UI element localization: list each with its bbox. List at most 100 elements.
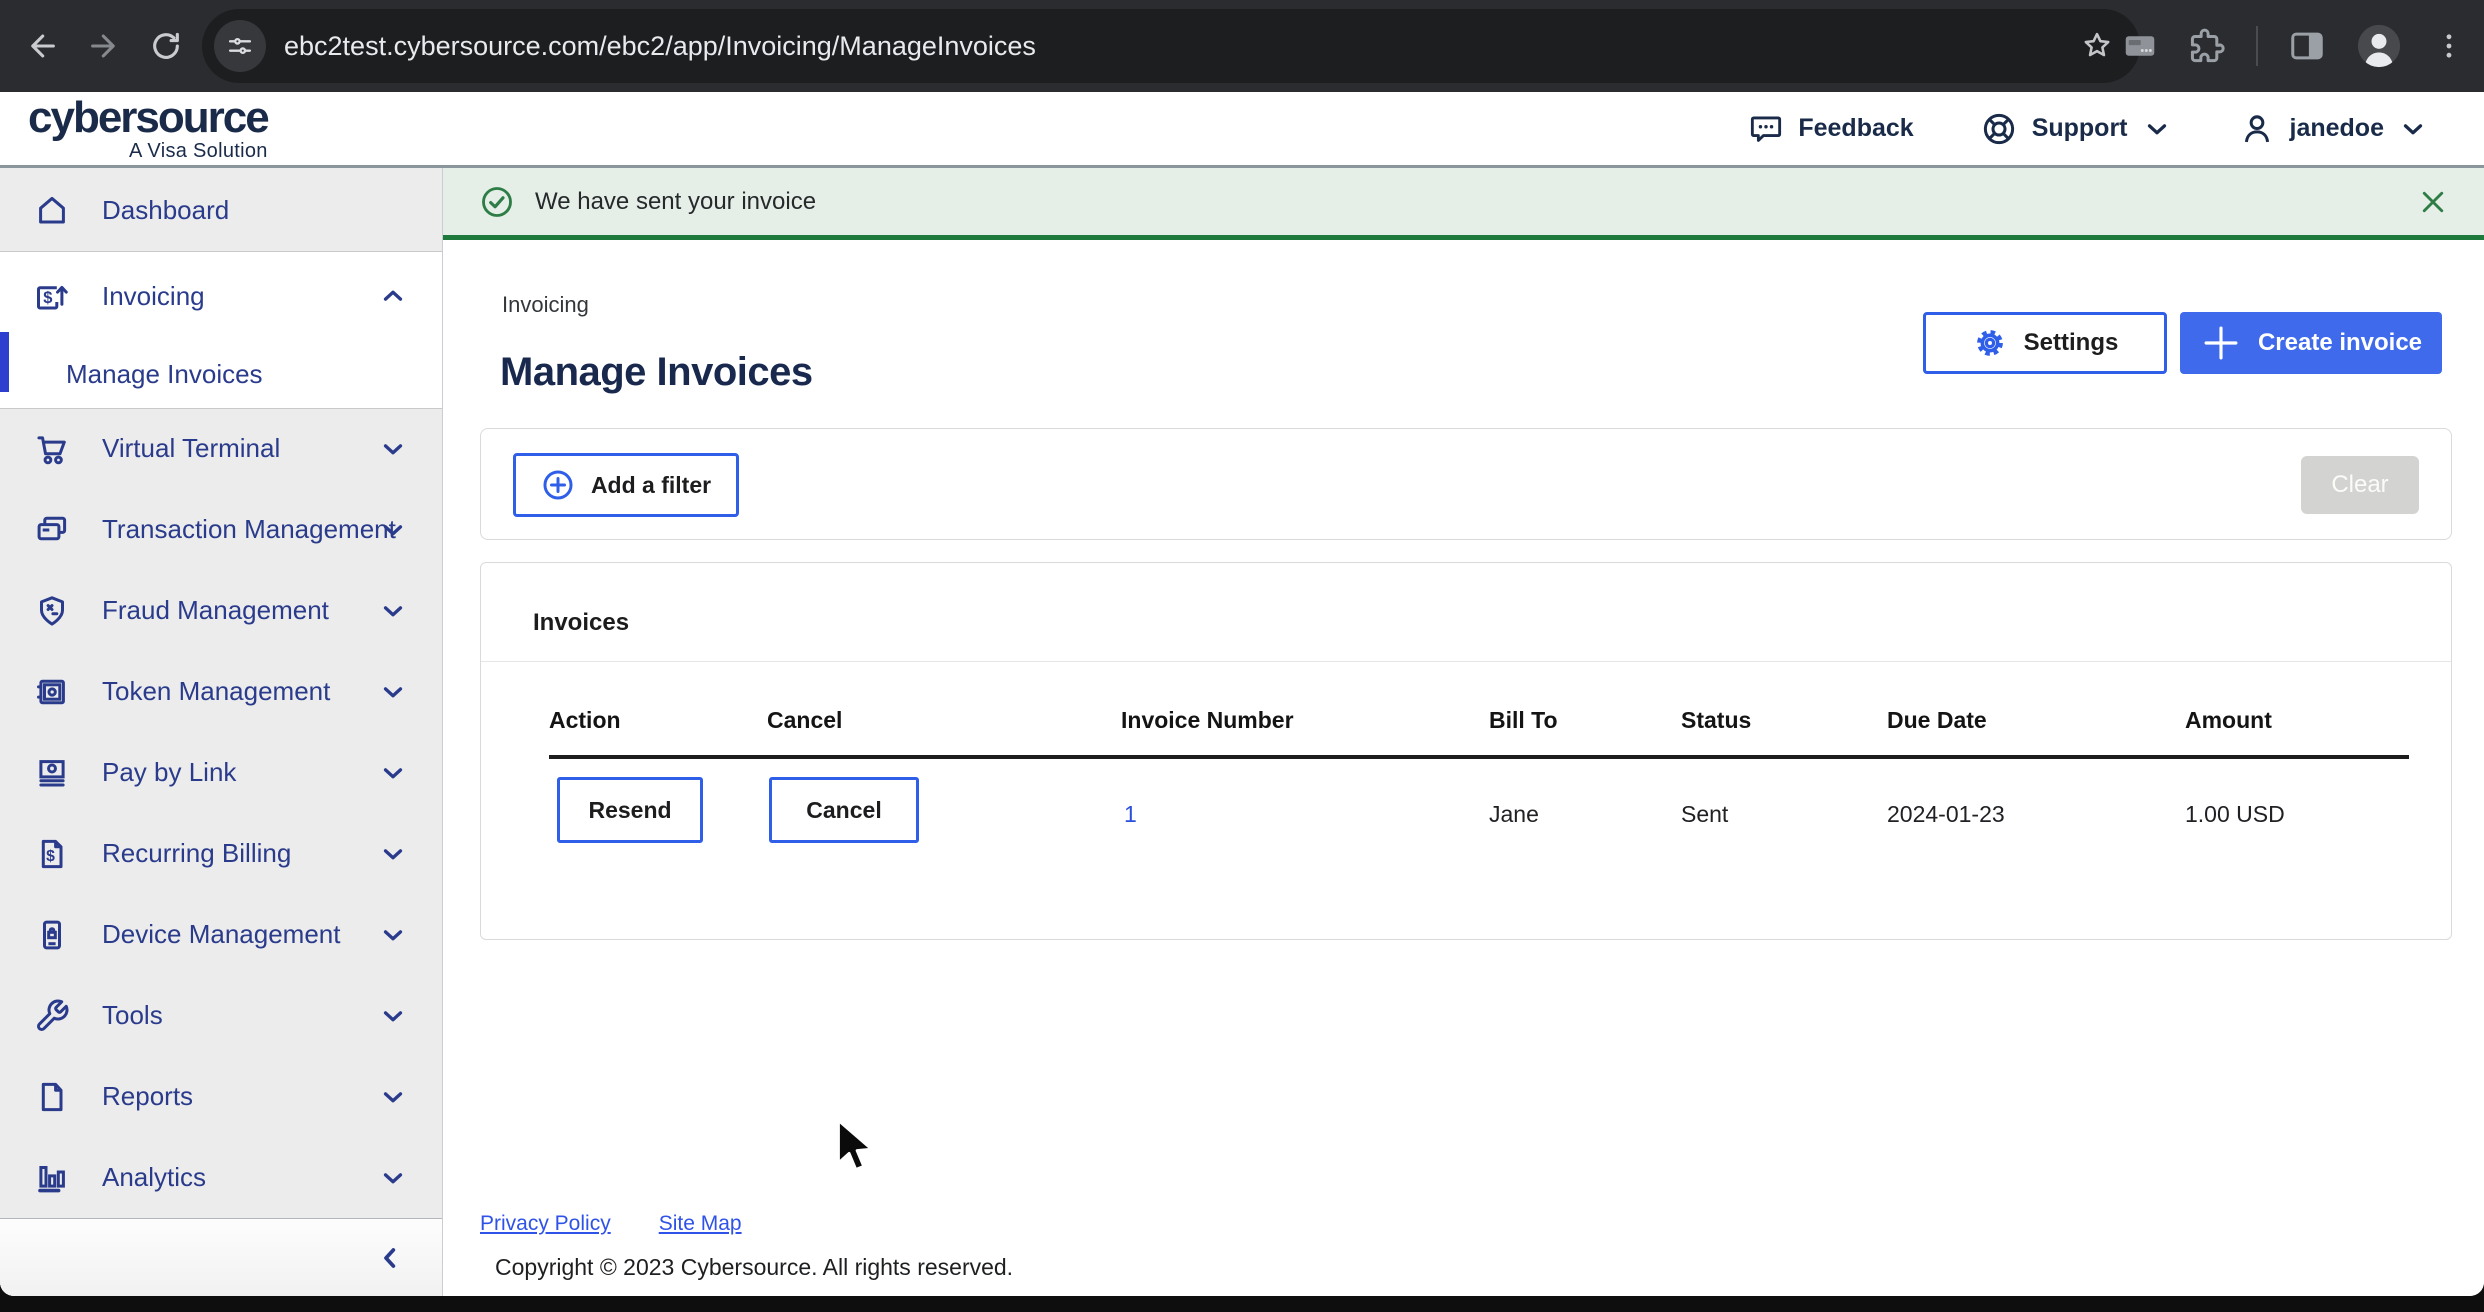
gear-icon	[1972, 325, 2008, 361]
create-invoice-label: Create invoice	[2258, 329, 2422, 357]
sidebar-item-tools[interactable]: Tools	[0, 975, 442, 1056]
browser-actions	[2122, 0, 2466, 92]
support-menu[interactable]: Support	[1980, 110, 2172, 148]
sidebar-item-reports[interactable]: Reports	[0, 1056, 442, 1137]
extensions-icon[interactable]	[2188, 27, 2226, 65]
logo-subtitle: A Visa Solution	[28, 141, 268, 161]
report-icon	[34, 1079, 70, 1115]
feedback-bubble-icon	[1748, 111, 1784, 147]
sidebar-item-label: Token Management	[102, 676, 330, 707]
invoicing-icon: $	[34, 278, 70, 314]
site-settings-icon[interactable]	[214, 20, 266, 72]
cybersource-logo[interactable]: cybersource A Visa Solution	[28, 96, 268, 161]
cell-due-date: 2024-01-23	[1887, 801, 2005, 828]
sidebar-item-transaction-management[interactable]: Transaction Management	[0, 489, 442, 570]
copyright-text: Copyright © 2023 Cybersource. All rights…	[495, 1254, 1013, 1281]
chevron-up-icon	[378, 281, 408, 311]
reload-icon[interactable]	[138, 18, 194, 74]
filter-panel: Add a filter Clear	[480, 428, 2452, 540]
sidebar-item-virtual-terminal[interactable]: Virtual Terminal	[0, 408, 442, 489]
cards-icon	[34, 512, 70, 548]
bar-chart-icon	[34, 1160, 70, 1196]
chevron-down-icon	[378, 920, 408, 950]
sidebar-item-label: Device Management	[102, 919, 340, 950]
column-header-cancel: Cancel	[767, 707, 842, 734]
column-header-due-date: Due Date	[1887, 707, 1987, 734]
sidebar-item-pay-by-link[interactable]: Pay by Link	[0, 732, 442, 813]
payment-card-icon[interactable]	[2122, 28, 2158, 64]
sidebar-item-label: Virtual Terminal	[102, 433, 280, 464]
billing-doc-icon: $	[34, 836, 70, 872]
settings-button[interactable]: Settings	[1923, 312, 2167, 374]
add-filter-button[interactable]: Add a filter	[513, 453, 739, 517]
chevron-down-icon	[378, 434, 408, 464]
sidebar-item-label: Transaction Management	[102, 514, 396, 545]
browser-menu-icon[interactable]	[2432, 29, 2466, 63]
sidebar-item-label: Tools	[102, 1000, 163, 1031]
column-header-action: Action	[549, 707, 621, 734]
chevron-down-icon	[378, 515, 408, 545]
sidebar-item-manage-invoices[interactable]: Manage Invoices	[0, 340, 442, 408]
footer-links: Privacy Policy Site Map	[480, 1212, 742, 1236]
shield-icon	[34, 593, 70, 629]
add-filter-label: Add a filter	[591, 472, 711, 499]
support-label: Support	[2032, 114, 2128, 143]
bookmark-star-icon[interactable]	[2080, 29, 2114, 63]
url-bar[interactable]: ebc2test.cybersource.com/ebc2/app/Invoic…	[202, 9, 2140, 83]
back-icon[interactable]	[14, 18, 70, 74]
invoices-section-title: Invoices	[533, 609, 629, 637]
cell-amount: 1.00 USD	[2185, 801, 2285, 828]
sidebar-collapse-button[interactable]	[0, 1218, 442, 1296]
chevron-down-icon	[378, 677, 408, 707]
main-content: Invoicing Manage Invoices Settings Creat…	[443, 240, 2484, 1296]
sidebar-item-device-management[interactable]: Device Management	[0, 894, 442, 975]
chevron-down-icon	[2398, 114, 2428, 144]
sidebar-item-analytics[interactable]: Analytics	[0, 1137, 442, 1218]
column-header-status: Status	[1681, 707, 1751, 734]
svg-text:$: $	[43, 289, 52, 307]
profile-avatar[interactable]	[2356, 23, 2402, 69]
sidebar-item-token-management[interactable]: Token Management	[0, 651, 442, 732]
url-text[interactable]: ebc2test.cybersource.com/ebc2/app/Invoic…	[284, 31, 1036, 62]
site-map-link[interactable]: Site Map	[659, 1212, 742, 1236]
cancel-row-button[interactable]: Cancel	[769, 777, 919, 843]
sidebar: Dashboard $ Invoicing Manage Invoices Vi…	[0, 168, 443, 1296]
resend-button[interactable]: Resend	[557, 777, 703, 843]
create-invoice-button[interactable]: Create invoice	[2180, 312, 2442, 374]
banner-message: We have sent your invoice	[535, 188, 816, 216]
check-circle-icon	[479, 184, 515, 220]
toolbar-divider	[2256, 26, 2258, 66]
invoice-number-link[interactable]: 1	[1124, 801, 1137, 828]
invoices-panel: Invoices Action Cancel Invoice Number Bi…	[480, 562, 2452, 940]
sidebar-item-label: Dashboard	[102, 195, 229, 226]
cart-icon	[34, 431, 70, 467]
user-menu[interactable]: janedoe	[2238, 110, 2428, 148]
privacy-policy-link[interactable]: Privacy Policy	[480, 1212, 611, 1236]
breadcrumb[interactable]: Invoicing	[502, 292, 589, 318]
table-header-rule	[549, 755, 2409, 759]
clear-filters-button[interactable]: Clear	[2301, 456, 2419, 514]
close-icon[interactable]	[2418, 187, 2448, 217]
screen: ebc2test.cybersource.com/ebc2/app/Invoic…	[0, 0, 2484, 1312]
sidebar-item-recurring-billing[interactable]: $ Recurring Billing	[0, 813, 442, 894]
support-lifesaver-icon	[1980, 110, 2018, 148]
svg-text:$: $	[46, 847, 55, 864]
column-header-bill-to: Bill To	[1489, 707, 1558, 734]
success-banner: We have sent your invoice	[443, 168, 2484, 240]
chevron-down-icon	[378, 1163, 408, 1193]
feedback-button[interactable]: Feedback	[1748, 111, 1913, 147]
home-icon	[34, 192, 70, 228]
window-bottom-edge	[0, 1296, 2484, 1312]
side-panel-icon[interactable]	[2288, 27, 2326, 65]
sidebar-item-invoicing[interactable]: $ Invoicing	[0, 252, 442, 340]
settings-label: Settings	[2024, 329, 2119, 357]
chevron-down-icon	[378, 1082, 408, 1112]
sidebar-item-dashboard[interactable]: Dashboard	[0, 168, 442, 252]
cell-status: Sent	[1681, 801, 1728, 828]
sidebar-item-label: Analytics	[102, 1162, 206, 1193]
plus-icon	[2200, 322, 2242, 364]
sidebar-item-label: Reports	[102, 1081, 193, 1112]
sidebar-item-fraud-management[interactable]: Fraud Management	[0, 570, 442, 651]
vault-icon	[34, 674, 70, 710]
forward-icon[interactable]	[76, 18, 132, 74]
